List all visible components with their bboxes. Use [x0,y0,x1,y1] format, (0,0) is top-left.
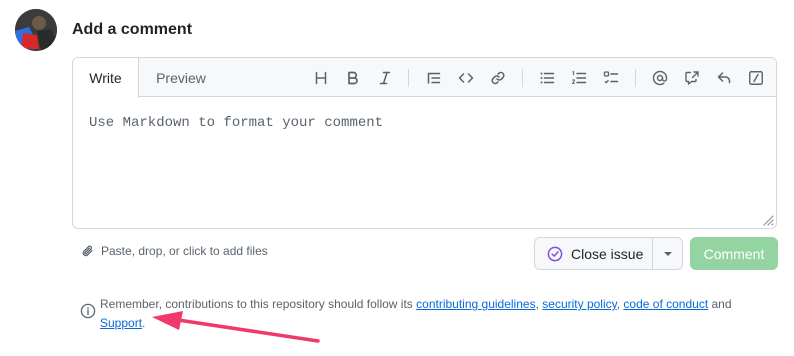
italic-icon[interactable] [372,65,398,91]
close-issue-label: Close issue [571,245,644,262]
unordered-list-icon[interactable] [534,65,560,91]
security-policy-link[interactable]: security policy [542,297,616,311]
comment-textarea[interactable]: Use Markdown to format your comment [89,115,383,131]
tab-write[interactable]: Write [73,58,139,98]
contributing-guidelines-link[interactable]: contributing guidelines [416,297,535,311]
attach-files-button[interactable]: Paste, drop, or click to add files [81,244,268,258]
tab-preview[interactable]: Preview [143,58,219,97]
toolbar-divider [522,69,523,87]
paperclip-icon [82,245,93,257]
issue-closed-icon [547,246,563,261]
toolbar-divider [635,69,636,87]
contribution-note-text: Remember, contributions to this reposito… [100,295,760,333]
close-issue-dropdown[interactable] [652,237,683,270]
note-end: . [142,316,146,330]
resize-handle-icon[interactable] [760,212,774,226]
note-separator: , [616,297,621,311]
bold-icon[interactable] [340,65,366,91]
code-of-conduct-link[interactable]: code of conduct [623,297,708,311]
comment-submit-button[interactable]: Comment [690,237,778,270]
add-comment-heading: Add a comment [72,21,193,38]
code-icon[interactable] [453,65,479,91]
caret-down-icon [663,251,672,256]
info-icon [80,303,96,319]
ordered-list-icon[interactable] [566,65,592,91]
toolbar-divider [408,69,409,87]
saved-reply-icon[interactable] [711,65,737,91]
link-icon[interactable] [485,65,511,91]
editor-tabbar: Write Preview [73,58,776,98]
task-list-icon[interactable] [598,65,624,91]
note-prefix: Remember, contributions to this reposito… [100,297,413,311]
note-separator: , [535,297,539,311]
note-and: and [711,297,732,311]
close-issue-button[interactable]: Close issue [534,237,653,270]
attach-files-label: Paste, drop, or click to add files [101,244,268,258]
support-link[interactable]: Support [100,316,142,330]
quote-icon[interactable] [421,65,447,91]
user-avatar[interactable] [15,9,57,51]
reference-icon[interactable] [679,65,705,91]
heading-icon[interactable] [308,65,334,91]
mention-icon[interactable] [647,65,673,91]
comment-editor: Write Preview Use Markdown to format you… [72,57,777,229]
slash-commands-icon[interactable] [743,65,769,91]
